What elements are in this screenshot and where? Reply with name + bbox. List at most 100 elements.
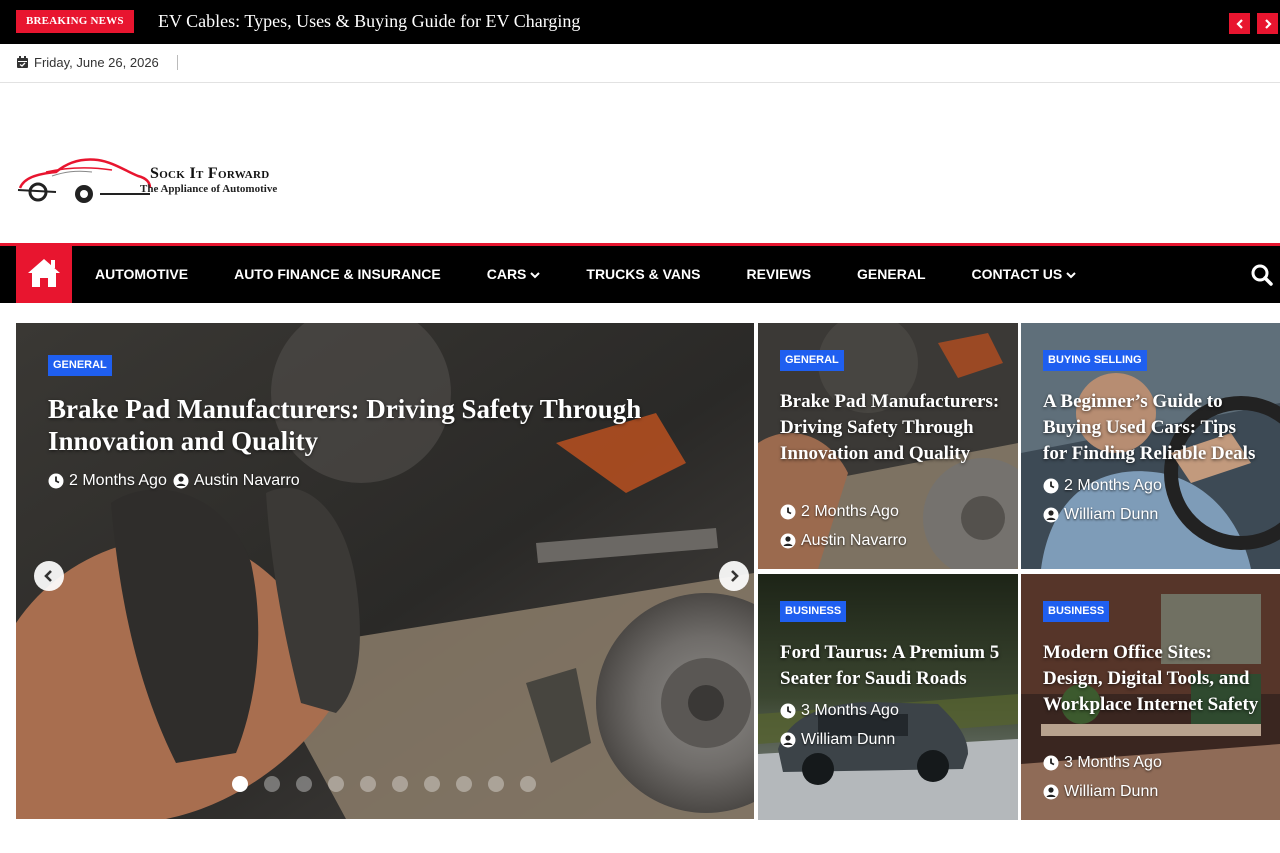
category-badge[interactable]: BUSINESS [1043, 601, 1110, 622]
clock-icon [780, 504, 796, 519]
date-separator [177, 55, 178, 70]
car-logo-icon [17, 158, 152, 203]
hero-slider[interactable]: GENERAL Brake Pad Manufacturers: Driving… [16, 323, 754, 819]
post-time: 2 Months Ago [48, 472, 167, 490]
chevron-right-icon [1264, 18, 1272, 29]
post-time: 3 Months Ago [780, 696, 899, 725]
chevron-left-icon [1235, 18, 1243, 29]
slider-dot[interactable] [232, 776, 248, 792]
category-badge[interactable]: GENERAL [48, 355, 112, 376]
post-author[interactable]: William Dunn [780, 725, 899, 754]
post-time-text: 2 Months Ago [1064, 477, 1162, 494]
post-card-title[interactable]: Brake Pad Manufacturers: Driving Safety … [780, 389, 1000, 467]
hero-meta: 2 Months Ago Austin Navarro [48, 472, 300, 490]
nav-item-reviews[interactable]: REVIEWS [723, 246, 834, 303]
clock-icon [1043, 478, 1059, 493]
nav-menu: AUTOMOTIVE AUTO FINANCE & INSURANCE CARS… [72, 246, 1099, 303]
post-author-text: Austin Navarro [801, 532, 907, 549]
breaking-news-headline[interactable]: EV Cables: Types, Uses & Buying Guide fo… [158, 10, 580, 32]
slider-dot[interactable] [360, 776, 376, 792]
nav-item-label: TRUCKS & VANS [586, 266, 701, 282]
calendar-icon [17, 56, 28, 68]
nav-item-automotive[interactable]: AUTOMOTIVE [72, 246, 211, 303]
user-circle-icon [780, 732, 796, 747]
user-circle-icon [173, 473, 189, 489]
site-logo[interactable]: Sock It Forward The Appliance of Automot… [16, 150, 316, 210]
search-icon[interactable] [1250, 263, 1274, 287]
nav-item-label: AUTOMOTIVE [95, 266, 189, 282]
slider-dot[interactable] [520, 776, 536, 792]
nav-item-general[interactable]: GENERAL [834, 246, 948, 303]
post-author-text: William Dunn [1064, 506, 1159, 523]
slider-next-button[interactable] [719, 561, 749, 591]
post-author-text: William Dunn [1064, 783, 1159, 800]
post-time-text: 3 Months Ago [1064, 754, 1162, 771]
date-bar: Friday, June 26, 2026 [0, 44, 1280, 83]
breaking-news-label: BREAKING NEWS [16, 10, 134, 33]
post-card[interactable]: BUYING SELLING A Beginner’s Guide to Buy… [1021, 323, 1280, 569]
user-circle-icon [1043, 784, 1059, 799]
post-author[interactable]: William Dunn [1043, 777, 1162, 806]
slider-dot[interactable] [392, 776, 408, 792]
post-time-text: 2 Months Ago [69, 472, 167, 489]
home-icon [28, 259, 60, 287]
slider-dot[interactable] [328, 776, 344, 792]
post-author[interactable]: Austin Navarro [173, 472, 300, 490]
breaking-next-button[interactable] [1257, 13, 1278, 34]
post-author[interactable]: William Dunn [1043, 500, 1162, 529]
clock-icon [780, 703, 796, 718]
user-circle-icon [1043, 507, 1059, 522]
nav-item-auto-finance-insurance[interactable]: AUTO FINANCE & INSURANCE [211, 246, 464, 303]
nav-item-label: AUTO FINANCE & INSURANCE [234, 266, 441, 282]
chevron-down-icon [530, 271, 541, 278]
post-card[interactable]: GENERAL Brake Pad Manufacturers: Driving… [758, 323, 1018, 569]
nav-item-label: CARS [486, 266, 527, 282]
post-card[interactable]: BUSINESS Ford Taurus: A Premium 5 Seater… [758, 574, 1018, 820]
nav-item-label: CONTACT US [971, 266, 1063, 282]
breaking-news-bar: BREAKING NEWS EV Cables: Types, Uses & B… [0, 0, 1280, 44]
date-text: Friday, June 26, 2026 [34, 55, 159, 70]
nav-item-contact-us[interactable]: CONTACT US [949, 246, 1100, 303]
post-card-meta: 2 Months Ago Austin Navarro [780, 497, 907, 555]
post-time: 2 Months Ago [780, 497, 907, 526]
slider-prev-button[interactable] [34, 561, 64, 591]
slider-dot[interactable] [296, 776, 312, 792]
arrow-right-icon [731, 570, 739, 582]
slider-dot[interactable] [424, 776, 440, 792]
category-badge[interactable]: BUSINESS [780, 601, 847, 622]
post-time-text: 2 Months Ago [801, 503, 899, 520]
post-author[interactable]: Austin Navarro [780, 526, 907, 555]
main-navigation: AUTOMOTIVE AUTO FINANCE & INSURANCE CARS… [0, 243, 1280, 303]
breaking-prev-button[interactable] [1229, 13, 1250, 34]
post-author-text: Austin Navarro [193, 472, 300, 489]
post-card-title[interactable]: A Beginner’s Guide to Buying Used Cars: … [1043, 389, 1263, 467]
arrow-left-icon [44, 570, 52, 582]
logo-brand: Sock It Forward [150, 165, 270, 182]
post-card-meta: 2 Months Ago William Dunn [1043, 471, 1162, 529]
post-time: 2 Months Ago [1043, 471, 1162, 500]
post-card-meta: 3 Months Ago William Dunn [1043, 748, 1162, 806]
category-badge[interactable]: GENERAL [780, 350, 844, 371]
hero-title[interactable]: Brake Pad Manufacturers: Driving Safety … [48, 393, 688, 457]
post-card-title[interactable]: Ford Taurus: A Premium 5 Seater for Saud… [780, 640, 1000, 692]
current-date: Friday, June 26, 2026 [16, 55, 159, 70]
nav-item-label: REVIEWS [746, 266, 812, 282]
home-button[interactable] [16, 243, 72, 303]
slider-pagination [232, 776, 536, 792]
post-card-meta: 3 Months Ago William Dunn [780, 696, 899, 754]
post-time: 3 Months Ago [1043, 748, 1162, 777]
nav-item-trucks-vans[interactable]: TRUCKS & VANS [563, 246, 723, 303]
post-author-text: William Dunn [801, 731, 896, 748]
slider-dot[interactable] [264, 776, 280, 792]
post-card[interactable]: BUSINESS Modern Office Sites: Design, Di… [1021, 574, 1280, 820]
post-time-text: 3 Months Ago [801, 702, 899, 719]
slider-dot[interactable] [488, 776, 504, 792]
logo-tagline: The Appliance of Automotive [140, 183, 278, 195]
user-circle-icon [780, 533, 796, 548]
post-card-title[interactable]: Modern Office Sites: Design, Digital Too… [1043, 640, 1263, 718]
category-badge[interactable]: BUYING SELLING [1043, 350, 1147, 371]
nav-item-cars[interactable]: CARS [464, 246, 564, 303]
clock-icon [1043, 755, 1059, 770]
nav-item-label: GENERAL [857, 266, 926, 282]
slider-dot[interactable] [456, 776, 472, 792]
